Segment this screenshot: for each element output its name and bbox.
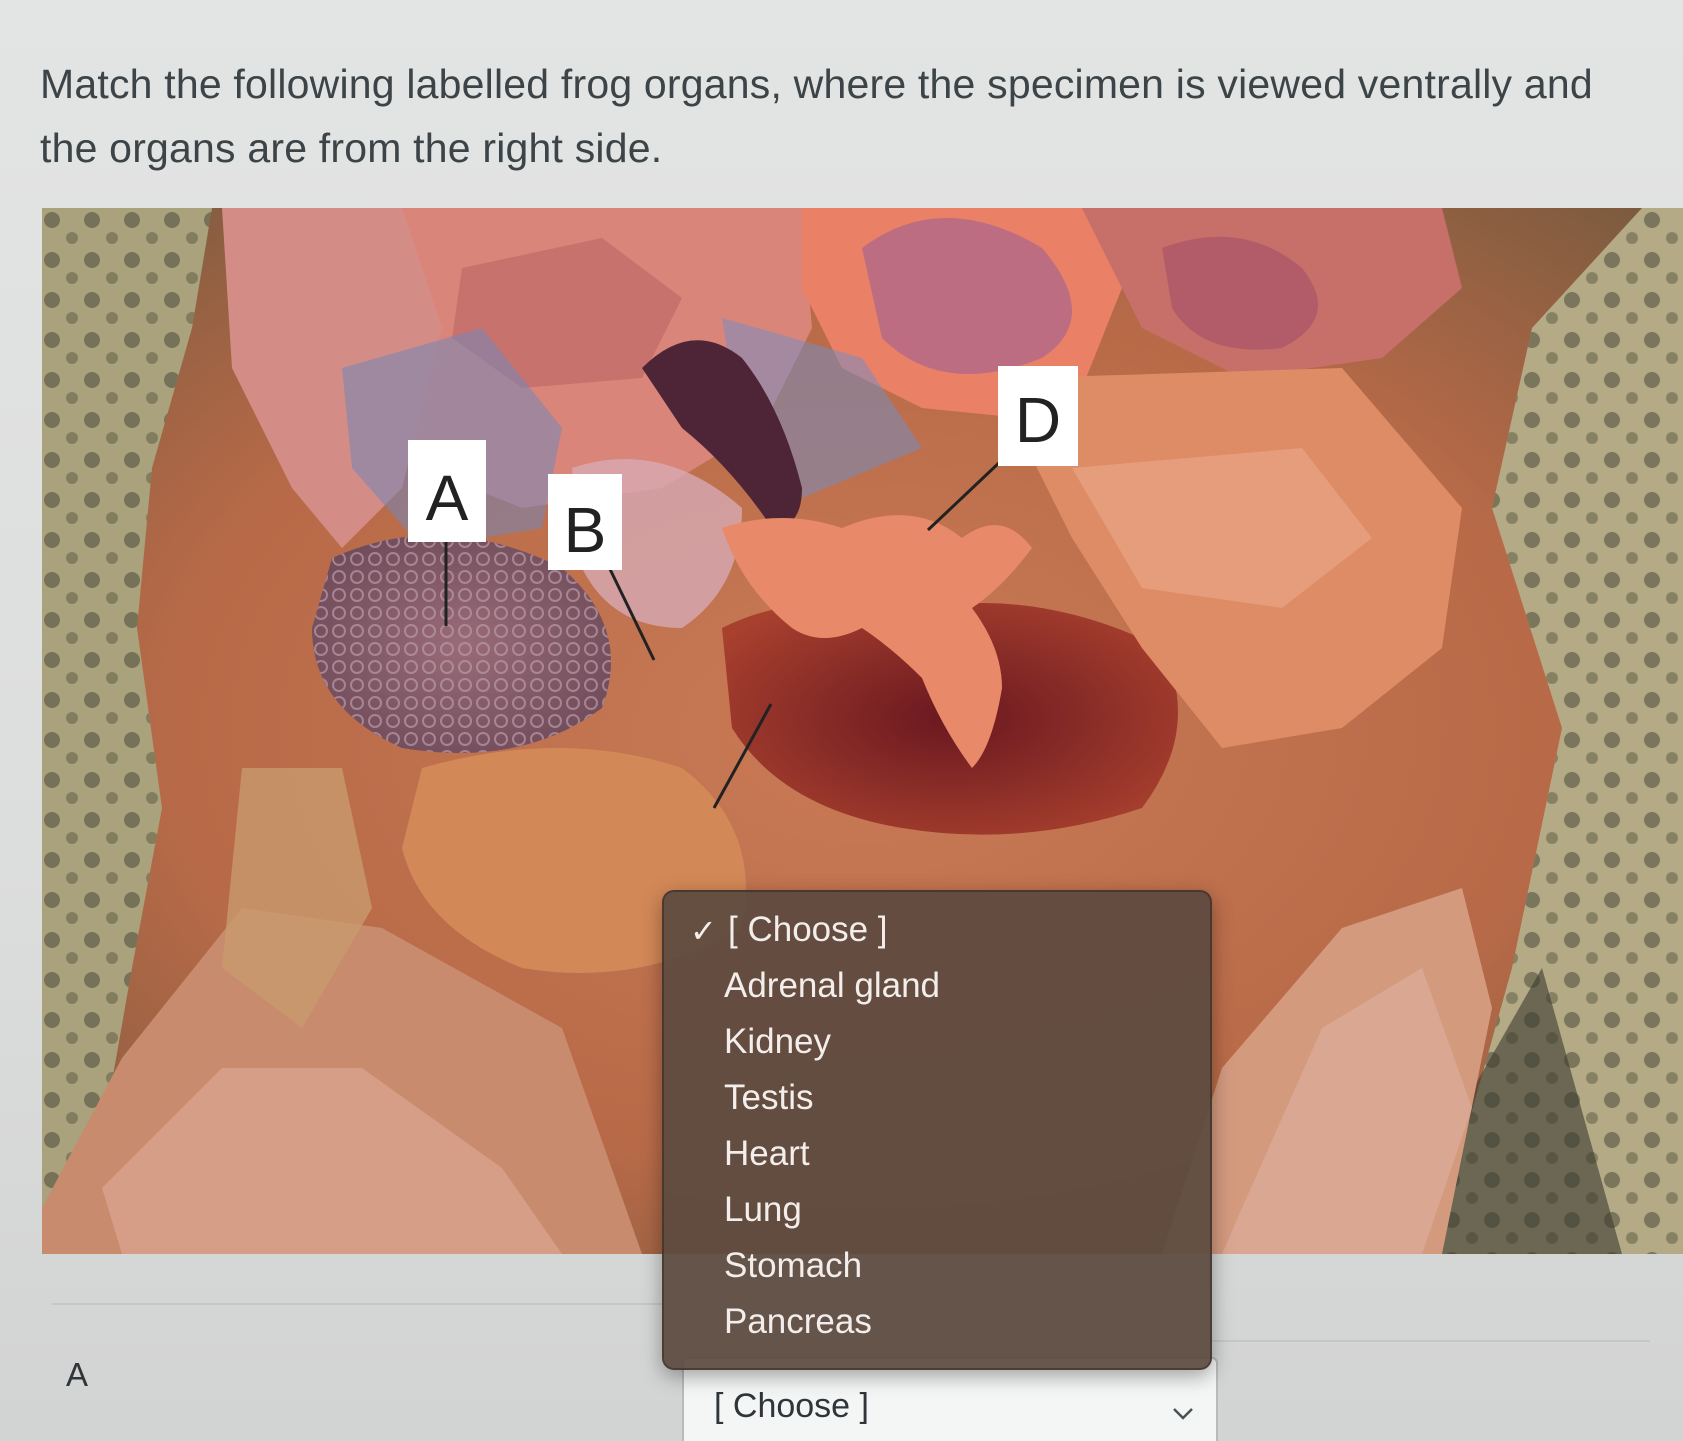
chevron-down-icon	[1173, 1408, 1193, 1420]
quiz-page: Match the following labelled frog organs…	[0, 0, 1683, 1441]
question-text: Match the following labelled frog organs…	[40, 61, 1593, 171]
label-d-text: D	[1015, 384, 1061, 456]
dropdown-option-kidney[interactable]: Kidney	[724, 1022, 831, 1062]
dropdown-option-stomach[interactable]: Stomach	[724, 1246, 862, 1286]
dropdown-option-pancreas[interactable]: Pancreas	[724, 1302, 872, 1342]
dropdown-option-lung[interactable]: Lung	[724, 1190, 802, 1230]
label-a: A	[408, 440, 486, 542]
divider-left	[52, 1303, 662, 1305]
dropdown-option-adrenal-gland[interactable]: Adrenal gland	[724, 966, 940, 1006]
dropdown-option-choose[interactable]: [ Choose ]	[728, 910, 888, 950]
answer-label-a: A	[66, 1356, 89, 1393]
label-a-text: A	[426, 462, 469, 534]
label-d: D	[998, 366, 1078, 466]
checkmark-icon: ✓	[690, 913, 717, 949]
dropdown-option-heart[interactable]: Heart	[724, 1134, 810, 1174]
answer-select-value: [ Choose ]	[714, 1387, 869, 1425]
label-b-text: B	[564, 494, 607, 566]
label-b: B	[548, 474, 622, 570]
divider-right	[1210, 1340, 1650, 1342]
dropdown-option-testis[interactable]: Testis	[724, 1078, 813, 1118]
dropdown-menu[interactable]: ✓ [ Choose ] Adrenal gland Kidney Testis…	[662, 890, 1212, 1370]
